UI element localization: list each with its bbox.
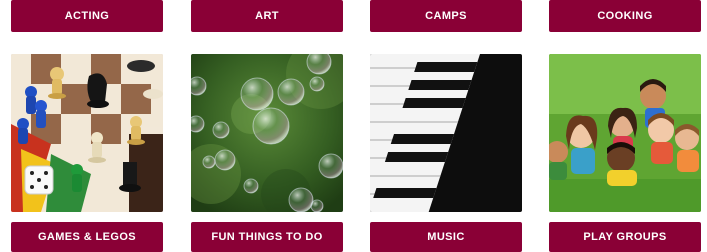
activity-card-music: CAMPS MUSIC	[370, 0, 522, 252]
piano-photo[interactable]	[370, 54, 522, 212]
kids-on-grass-image	[549, 54, 701, 212]
activity-card-games: ACTING GAMES & LEGOS	[11, 0, 163, 252]
activity-grid: ACTING GAMES & LEGOS ART FUN THINGS TO D…	[0, 0, 707, 252]
board-games-photo[interactable]	[11, 54, 163, 212]
kids-photo[interactable]	[549, 54, 701, 212]
acting-button[interactable]: ACTING	[11, 0, 163, 32]
bubbles-photo[interactable]	[191, 54, 343, 212]
play-groups-button[interactable]: PLAY GROUPS	[549, 222, 701, 252]
bubbles-image	[191, 54, 343, 212]
piano-keys-image	[370, 54, 522, 212]
activity-card-playgroups: COOKING PLAY GROUPS	[549, 0, 701, 252]
activity-card-fun: ART FUN THINGS TO DO	[191, 0, 343, 252]
games-and-legos-button[interactable]: GAMES & LEGOS	[11, 222, 163, 252]
fun-things-to-do-button[interactable]: FUN THINGS TO DO	[191, 222, 343, 252]
art-button[interactable]: ART	[191, 0, 343, 32]
cooking-button[interactable]: COOKING	[549, 0, 701, 32]
board-games-image	[11, 54, 163, 212]
music-button[interactable]: MUSIC	[370, 222, 522, 252]
camps-button[interactable]: CAMPS	[370, 0, 522, 32]
